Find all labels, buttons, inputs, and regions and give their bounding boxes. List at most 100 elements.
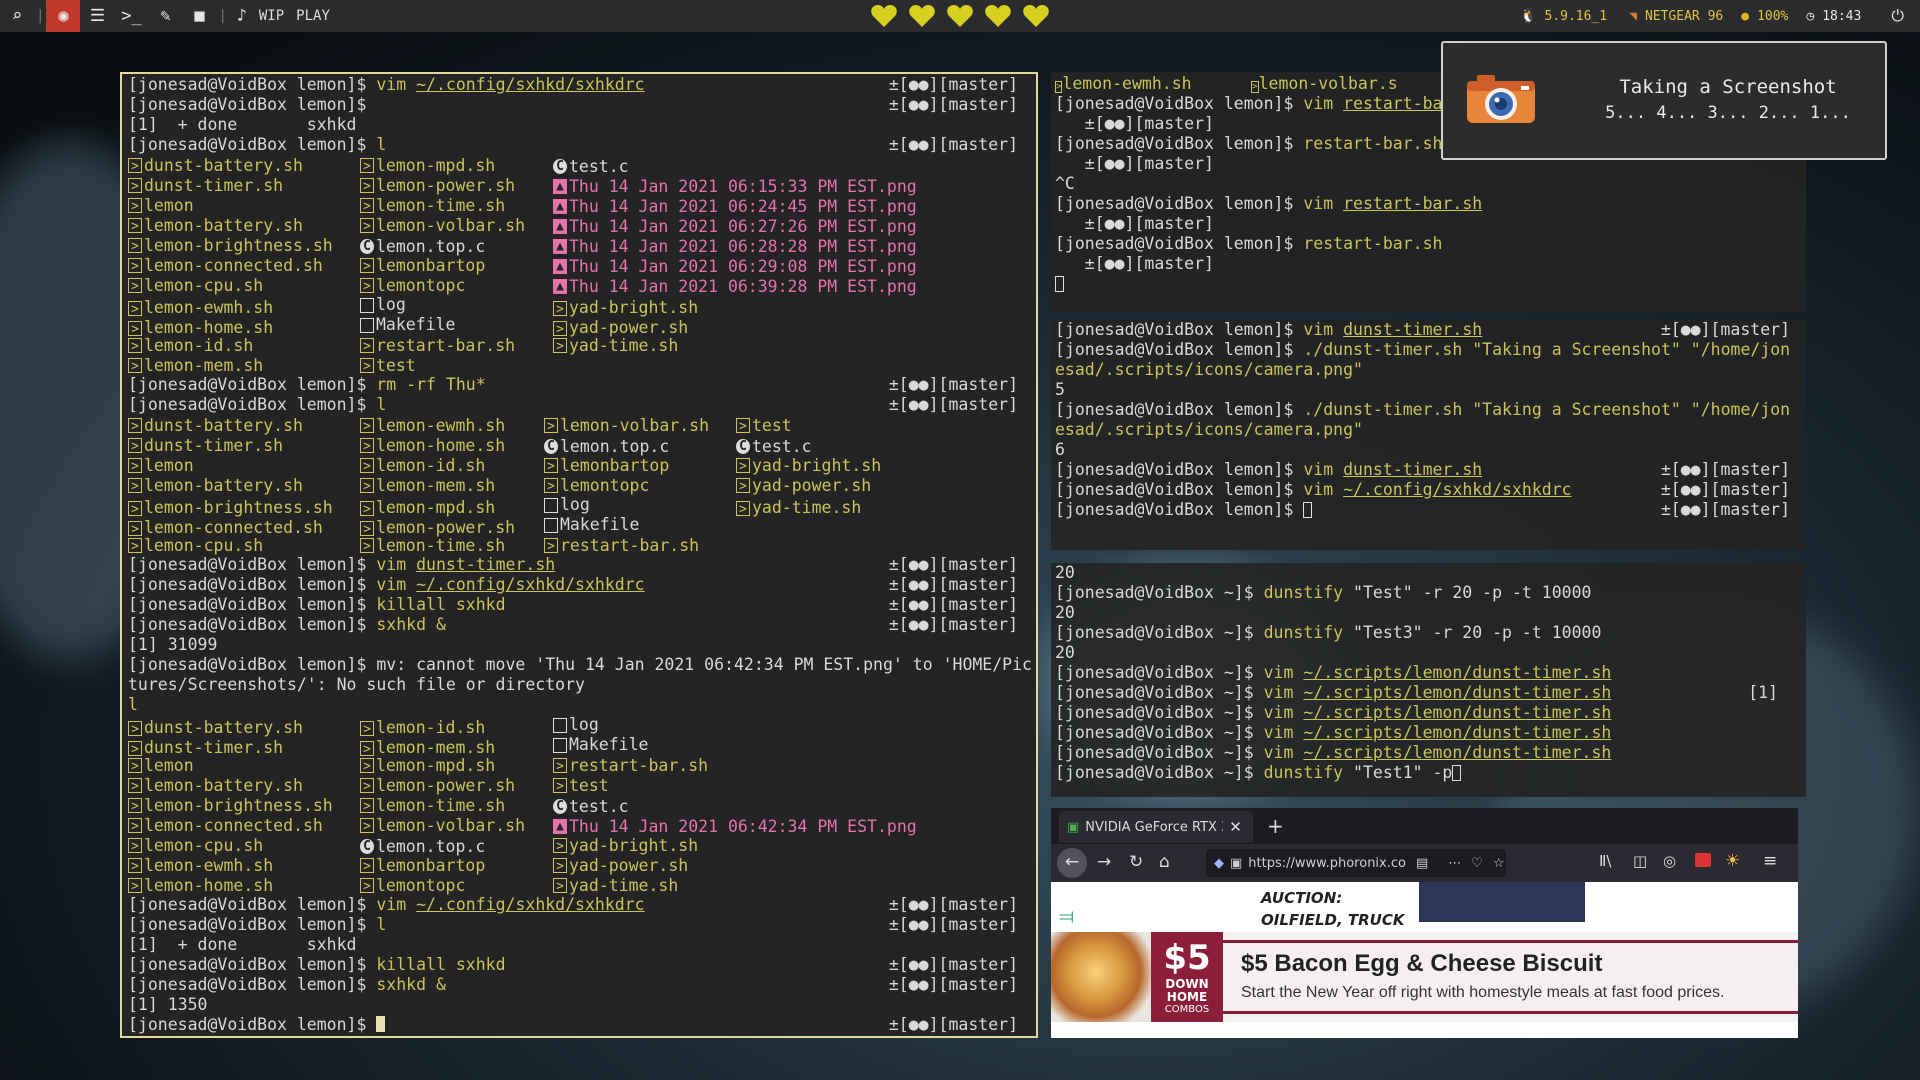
more-actions-icon[interactable]: ⋯	[1448, 856, 1461, 871]
script-file-icon: >	[128, 758, 142, 774]
file-entry: > lemon	[128, 756, 360, 776]
terminal-text: restart-bar.sh	[1303, 234, 1443, 253]
git-status: ±[●●][master]	[888, 595, 1018, 614]
notification-title: Taking a Screenshot	[1619, 76, 1837, 98]
script-file-icon: >	[360, 858, 374, 874]
power-icon[interactable]: ⏻	[1891, 6, 1904, 26]
git-status: ±[●●][master]	[888, 395, 1018, 414]
terminal-bottom-right[interactable]: 20 [jonesad@VoidBox ~]$ dunstify "Test" -…	[1051, 563, 1806, 797]
terminal-line: ±[●●][master]	[1055, 254, 1802, 274]
command-argument: sxhkd	[455, 955, 506, 974]
terminal-line: esad/.scripts/icons/camera.png"	[1055, 420, 1802, 440]
forward-icon[interactable]: →	[1097, 852, 1111, 872]
script-file-icon: >	[360, 538, 374, 554]
image-file-icon: ▲	[553, 259, 567, 274]
terminal-line: 6	[1055, 440, 1802, 460]
theme-icon[interactable]: ☀	[1725, 851, 1740, 871]
reload-icon[interactable]: ↻	[1129, 852, 1143, 872]
extension-icon[interactable]	[1695, 853, 1711, 867]
reader-view-icon[interactable]: ▤	[1416, 856, 1428, 871]
file-entry: ▲ Thu 14 Jan 2021 06:27:26 PM EST.png	[553, 217, 953, 237]
script-file-icon: >	[553, 320, 567, 337]
url-bar[interactable]: ◆ ▣ https://www.phoronix.co ▤ ⋯ ♡ ☆	[1206, 849, 1506, 877]
file-entry: > yad-bright.sh	[553, 836, 953, 856]
bookmark-star-icon[interactable]: ☆	[1493, 856, 1505, 871]
sidebar-icon[interactable]: ◫	[1633, 852, 1647, 870]
terminal-line: l	[128, 695, 1030, 715]
file-entry: > test	[736, 416, 936, 436]
file-name: log	[376, 295, 406, 314]
ad-banner[interactable]: $5 DOWN HOME COMBOS $5 Bacon Egg & Chees…	[1051, 932, 1798, 1022]
file-name: Thu 14 Jan 2021 06:27:26 PM EST.png	[569, 216, 917, 236]
file-entry: > lemon-mpd.sh	[360, 756, 553, 776]
tab-title: NVIDIA GeForce RTX 3	[1085, 819, 1224, 835]
job-indicator: [1]	[1748, 683, 1778, 702]
file-entry: > yad-time.sh	[553, 336, 953, 356]
close-tab-icon[interactable]: ✕	[1229, 818, 1242, 836]
terminal-text: [jonesad@VoidBox lemon]$	[1055, 460, 1304, 479]
pocket-icon[interactable]: ♡	[1471, 856, 1483, 871]
terminal-line: 20	[1055, 643, 1802, 663]
terminal-line: 20	[1055, 563, 1802, 583]
ad-title[interactable]: $5 Bacon Egg & Cheese Biscuit	[1241, 950, 1602, 978]
file-name: lemontopc	[560, 475, 650, 495]
lock-icon[interactable]: ▣	[1230, 856, 1242, 871]
file-name: lemon-brightness.sh	[144, 235, 333, 255]
terminal-line: [jonesad@VoidBox lemon]$ ±[●●][master]	[128, 95, 1030, 115]
file-name: lemon-brightness.sh	[144, 795, 333, 815]
terminal-left[interactable]: [jonesad@VoidBox lemon]$ vim ~/.config/s…	[120, 72, 1038, 1038]
script-file-icon: >	[128, 158, 142, 174]
browser-tab[interactable]: ▣ NVIDIA GeForce RTX 3 ✕	[1059, 811, 1253, 843]
command-argument: dunst-timer.sh	[416, 555, 556, 574]
script-file-icon: >	[128, 520, 142, 537]
terminal-text: esad/.scripts/icons/camera.png"	[1055, 360, 1363, 379]
video-camera-icon[interactable]: ■	[182, 0, 216, 32]
text-cursor	[1303, 502, 1313, 518]
terminal-line: [jonesad@VoidBox lemon]$ vim dunst-timer…	[1055, 320, 1802, 340]
library-icon[interactable]: Ⅱ\	[1599, 852, 1611, 870]
file-entry: > lemonbartop	[360, 856, 553, 876]
terminal-text: vim	[1263, 743, 1304, 762]
wifi-name: NETGEAR 96	[1644, 8, 1724, 24]
terminal-text: dunstify	[1263, 763, 1354, 782]
script-file-icon: >	[360, 218, 374, 234]
shield-icon[interactable]: ◆	[1214, 856, 1224, 871]
menu-icon[interactable]: ≡	[1763, 851, 1777, 871]
command-argument: ~/.config/sxhkd/sxhkdrc	[416, 575, 645, 594]
browser-launcher-icon[interactable]: ◉	[46, 0, 81, 32]
workspace-label-play[interactable]: PLAY	[296, 8, 330, 24]
script-file-icon: >	[544, 418, 558, 434]
file-entry: > test	[360, 356, 553, 376]
search-icon[interactable]: ⌕	[0, 0, 34, 32]
terminal-text: vim	[1303, 460, 1344, 479]
back-icon[interactable]: ←	[1057, 848, 1087, 878]
file-name: lemon-id.sh	[376, 455, 486, 475]
home-icon[interactable]: ⌂	[1159, 852, 1170, 872]
new-tab-icon[interactable]: +	[1267, 814, 1284, 838]
music-icon[interactable]: ♪	[229, 0, 255, 32]
terminal-text: restart-bar.sh	[1303, 134, 1443, 153]
terminal-line: [jonesad@VoidBox lemon]$ vim dunst-timer…	[128, 555, 1030, 575]
gamepad-icon[interactable]: ☰	[80, 0, 114, 32]
terminal-icon[interactable]: >_	[114, 0, 148, 32]
browser-window[interactable]: ▣ NVIDIA GeForce RTX 3 ✕ + ← → ↻ ⌂ ◆ ▣ h…	[1051, 808, 1798, 1038]
c-file-icon: C	[553, 799, 567, 814]
ad-sub-2: HOME	[1166, 990, 1208, 1004]
file-entry: > lemon-volbar.sh	[544, 416, 736, 436]
file-name: lemon-mpd.sh	[376, 755, 496, 775]
file-entry: > restart-bar.sh	[544, 536, 736, 556]
workspace-label-wip[interactable]: WIP	[259, 8, 284, 24]
file-name: dunst-timer.sh	[144, 175, 284, 195]
file-entry: Clemon.top.c	[360, 837, 553, 857]
file-entry: > lemon-home.sh	[360, 436, 544, 456]
file-name: lemonbartop	[376, 255, 486, 275]
url-text[interactable]: https://www.phoronix.co	[1248, 856, 1406, 871]
screenshot-notification: Taking a Screenshot 5... 4... 3... 2... …	[1441, 41, 1887, 160]
terminal-middle-right[interactable]: [jonesad@VoidBox lemon]$ vim dunst-timer…	[1051, 320, 1806, 550]
pencil-icon[interactable]: ✎	[148, 0, 182, 32]
account-icon[interactable]: ◎	[1663, 852, 1676, 870]
file-name: Thu 14 Jan 2021 06:15:33 PM EST.png	[569, 176, 917, 196]
file-entry: log	[544, 495, 736, 515]
file-entry: Makefile	[553, 735, 953, 755]
